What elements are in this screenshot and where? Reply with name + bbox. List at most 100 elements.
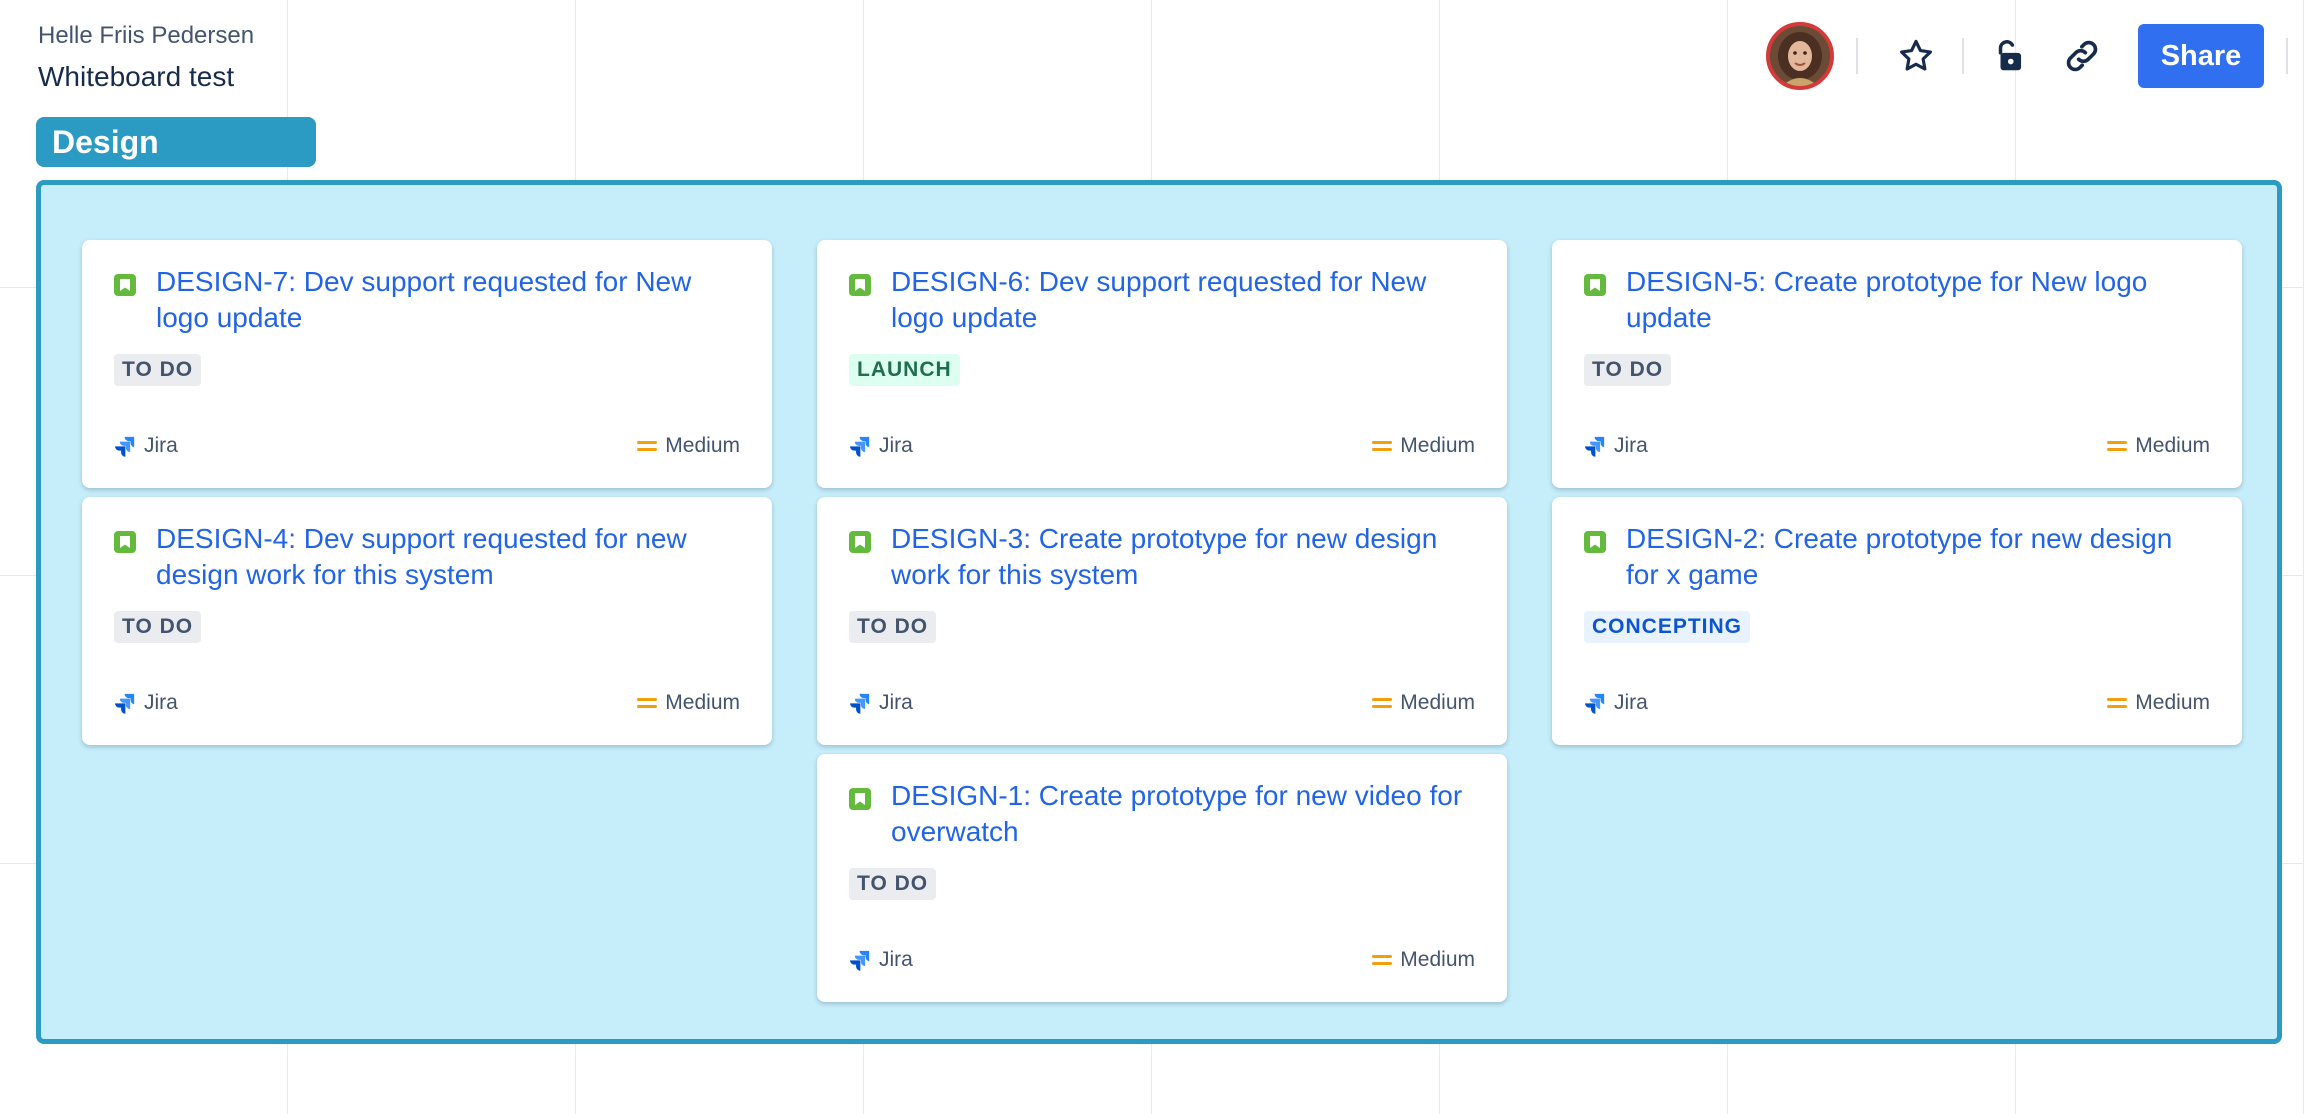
toolbar-divider (1856, 38, 1858, 74)
jira-icon (115, 693, 135, 714)
story-icon (1584, 531, 1606, 553)
jira-icon (850, 436, 870, 457)
card-footer: Jira Medium (1584, 434, 2210, 458)
priority-medium-icon (2107, 696, 2128, 710)
card-priority: Medium (637, 691, 740, 715)
unlock-icon (1998, 40, 2022, 71)
card-title-link[interactable]: DESIGN-4: Dev support requested for new … (156, 521, 742, 593)
status-badge[interactable]: CONCEPTING (1584, 611, 1751, 643)
jira-icon (850, 693, 870, 714)
card-source: Jira (114, 691, 178, 715)
card-source-label: Jira (879, 691, 913, 714)
status-badge[interactable]: TO DO (114, 611, 202, 643)
story-icon (114, 531, 136, 553)
card-title-row: DESIGN-1: Create prototype for new video… (849, 778, 1477, 850)
card-source: Jira (114, 434, 178, 458)
priority-medium-icon (1372, 439, 1393, 453)
card-title-link[interactable]: DESIGN-6: Dev support requested for New … (891, 264, 1477, 336)
card-title-row: DESIGN-6: Dev support requested for New … (849, 264, 1477, 336)
card-title-link[interactable]: DESIGN-7: Dev support requested for New … (156, 264, 742, 336)
card-priority-label: Medium (1400, 434, 1475, 457)
avatar[interactable] (1766, 22, 1834, 90)
card-priority: Medium (1372, 948, 1475, 972)
card-priority-label: Medium (665, 691, 740, 714)
card-footer: Jira Medium (849, 948, 1475, 972)
share-button[interactable]: Share (2138, 24, 2264, 88)
restrictions-button[interactable] (1986, 32, 2034, 80)
story-icon (114, 274, 136, 296)
card-title-link[interactable]: DESIGN-3: Create prototype for new desig… (891, 521, 1477, 593)
card-priority: Medium (1372, 434, 1475, 458)
priority-medium-icon (1372, 953, 1393, 967)
status-badge[interactable]: TO DO (849, 611, 937, 643)
star-icon (1900, 39, 1932, 71)
copy-link-button[interactable] (2058, 32, 2106, 80)
jira-card[interactable]: DESIGN-1: Create prototype for new video… (817, 754, 1507, 1002)
frame-label[interactable]: Design (36, 117, 316, 167)
jira-card[interactable]: DESIGN-4: Dev support requested for new … (82, 497, 772, 745)
jira-card[interactable]: DESIGN-2: Create prototype for new desig… (1552, 497, 2242, 745)
card-source: Jira (1584, 434, 1648, 458)
story-icon (849, 274, 871, 296)
card-title-row: DESIGN-5: Create prototype for New logo … (1584, 264, 2212, 336)
card-priority: Medium (1372, 691, 1475, 715)
jira-icon (850, 950, 870, 971)
card-priority-label: Medium (665, 434, 740, 457)
card-title-link[interactable]: DESIGN-2: Create prototype for new desig… (1626, 521, 2212, 593)
card-footer: Jira Medium (849, 434, 1475, 458)
status-badge[interactable]: TO DO (114, 354, 202, 386)
card-priority: Medium (2107, 691, 2210, 715)
jira-icon (1585, 693, 1605, 714)
card-title-row: DESIGN-2: Create prototype for new desig… (1584, 521, 2212, 593)
link-icon (2066, 40, 2098, 72)
card-title-link[interactable]: DESIGN-5: Create prototype for New logo … (1626, 264, 2212, 336)
card-footer: Jira Medium (849, 691, 1475, 715)
card-title-row: DESIGN-3: Create prototype for new desig… (849, 521, 1477, 593)
jira-card[interactable]: DESIGN-7: Dev support requested for New … (82, 240, 772, 488)
card-source: Jira (849, 691, 913, 715)
board-header: Helle Friis Pedersen Whiteboard test (38, 20, 254, 96)
status-badge[interactable]: TO DO (1584, 354, 1672, 386)
toolbar-divider (2286, 38, 2288, 74)
card-priority: Medium (2107, 434, 2210, 458)
board-owner: Helle Friis Pedersen (38, 22, 255, 49)
star-button[interactable] (1892, 32, 1940, 80)
card-priority: Medium (637, 434, 740, 458)
board-toolbar: Share (1766, 20, 2288, 92)
card-footer: Jira Medium (1584, 691, 2210, 715)
toolbar-divider (1962, 38, 1964, 74)
card-source-label: Jira (144, 434, 178, 457)
jira-card[interactable]: DESIGN-6: Dev support requested for New … (817, 240, 1507, 488)
avatar-image (1770, 26, 1830, 86)
card-title-row: DESIGN-7: Dev support requested for New … (114, 264, 742, 336)
board-title[interactable]: Whiteboard test (38, 58, 254, 96)
card-priority-label: Medium (1400, 948, 1475, 971)
card-priority-label: Medium (2135, 434, 2210, 457)
card-source-label: Jira (1614, 434, 1648, 457)
card-source-label: Jira (879, 948, 913, 971)
card-footer: Jira Medium (114, 691, 740, 715)
card-source: Jira (849, 948, 913, 972)
card-title-row: DESIGN-4: Dev support requested for new … (114, 521, 742, 593)
card-source: Jira (849, 434, 913, 458)
priority-medium-icon (1372, 696, 1393, 710)
card-priority-label: Medium (1400, 691, 1475, 714)
card-footer: Jira Medium (114, 434, 740, 458)
card-source: Jira (1584, 691, 1648, 715)
jira-icon (115, 436, 135, 457)
card-source-label: Jira (1614, 691, 1648, 714)
priority-medium-icon (2107, 439, 2128, 453)
card-priority-label: Medium (2135, 691, 2210, 714)
priority-medium-icon (637, 439, 658, 453)
status-badge[interactable]: TO DO (849, 868, 937, 900)
jira-icon (1585, 436, 1605, 457)
story-icon (849, 531, 871, 553)
status-badge[interactable]: LAUNCH (849, 354, 960, 386)
story-icon (849, 788, 871, 810)
story-icon (1584, 274, 1606, 296)
card-title-link[interactable]: DESIGN-1: Create prototype for new video… (891, 778, 1477, 850)
priority-medium-icon (637, 696, 658, 710)
jira-card[interactable]: DESIGN-5: Create prototype for New logo … (1552, 240, 2242, 488)
card-source-label: Jira (144, 691, 178, 714)
jira-card[interactable]: DESIGN-3: Create prototype for new desig… (817, 497, 1507, 745)
